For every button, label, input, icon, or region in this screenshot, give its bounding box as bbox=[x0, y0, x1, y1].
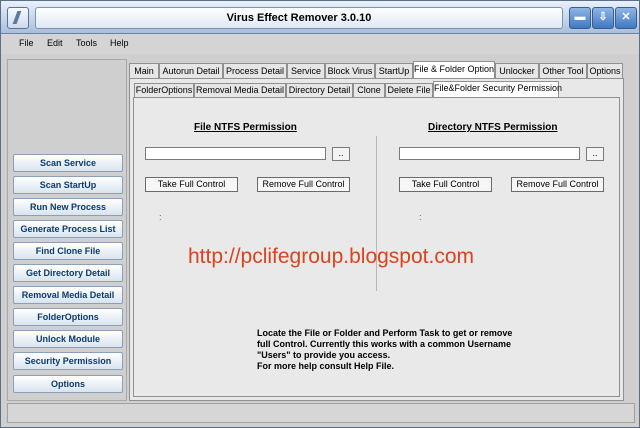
menu-tools[interactable]: Tools bbox=[76, 38, 97, 48]
tab-process-detail[interactable]: Process Detail bbox=[223, 63, 287, 78]
tab-autorun-detail[interactable]: Autorun Detail bbox=[159, 63, 223, 78]
title-bar: Virus Effect Remover 3.0.10 ▬ ⇩ ✕ bbox=[1, 1, 639, 34]
directory-remove-full-control-button[interactable]: Remove Full Control bbox=[511, 177, 604, 192]
sidebar-scan-service-button[interactable]: Scan Service bbox=[13, 154, 123, 172]
file-path-input[interactable] bbox=[145, 147, 326, 160]
info-line: "Users" to provide you access. bbox=[257, 350, 391, 360]
subtab-removal-media-detail[interactable]: Removal Media Detail bbox=[194, 83, 286, 97]
menu-help[interactable]: Help bbox=[110, 38, 129, 48]
tab-startup[interactable]: StartUp bbox=[375, 63, 413, 78]
tray-icon[interactable]: ⇩ bbox=[592, 7, 614, 29]
tab-block-virus[interactable]: Block Virus bbox=[325, 63, 375, 78]
directory-ntfs-heading: Directory NTFS Permission bbox=[428, 122, 558, 133]
minimize-button[interactable]: ▬ bbox=[569, 7, 591, 29]
window-title: Virus Effect Remover 3.0.10 bbox=[35, 7, 563, 29]
menu-bar: File Edit Tools Help bbox=[1, 34, 639, 54]
tab-unlocker[interactable]: Unlocker bbox=[495, 63, 539, 78]
subtab-clone[interactable]: Clone bbox=[353, 83, 385, 97]
sidebar-generate-process-list-button[interactable]: Generate Process List bbox=[13, 220, 123, 238]
directory-take-full-control-button[interactable]: Take Full Control bbox=[399, 177, 492, 192]
sidebar-get-directory-detail-button[interactable]: Get Directory Detail bbox=[13, 264, 123, 282]
sidebar-run-new-process-button[interactable]: Run New Process bbox=[13, 198, 123, 216]
tab-main[interactable]: Main bbox=[129, 63, 159, 78]
file-result-label: : bbox=[159, 212, 162, 222]
menu-file[interactable]: File bbox=[19, 38, 34, 48]
sidebar-removal-media-detail-button[interactable]: Removal Media Detail bbox=[13, 286, 123, 304]
sidebar-folder-options-button[interactable]: FolderOptions bbox=[13, 308, 123, 326]
subtab-file-folder-security-permission[interactable]: File&Folder Security Permission bbox=[433, 81, 562, 97]
info-line: full Control. Currently this works with … bbox=[257, 339, 512, 349]
watermark-url: http://pclifegroup.blogspot.com bbox=[188, 245, 475, 268]
info-line: Locate the File or Folder and Perform Ta… bbox=[257, 328, 513, 338]
tab-other-tool[interactable]: Other Tool bbox=[539, 63, 587, 78]
tab-service[interactable]: Service bbox=[287, 63, 325, 78]
directory-result-label: : bbox=[419, 212, 422, 222]
status-bar bbox=[7, 403, 635, 423]
close-button[interactable]: ✕ bbox=[615, 7, 637, 29]
file-ntfs-heading: File NTFS Permission bbox=[194, 122, 297, 133]
sidebar-find-clone-file-button[interactable]: Find Clone File bbox=[13, 242, 123, 260]
directory-path-input[interactable] bbox=[399, 147, 580, 160]
app-window: Virus Effect Remover 3.0.10 ▬ ⇩ ✕ File E… bbox=[0, 0, 640, 428]
subtab-folder-options[interactable]: FolderOptions bbox=[134, 83, 194, 97]
file-take-full-control-button[interactable]: Take Full Control bbox=[145, 177, 238, 192]
info-line: For more help consult Help File. bbox=[257, 361, 395, 371]
tab-file-folder-option[interactable]: File & Folder Option bbox=[413, 61, 495, 78]
sidebar-options-button[interactable]: Options bbox=[13, 375, 123, 393]
help-info-text: Locate the File or Folder and Perform Ta… bbox=[257, 328, 557, 372]
tab-options[interactable]: Options bbox=[587, 63, 623, 78]
directory-browse-button[interactable]: .. bbox=[586, 147, 604, 161]
sidebar-security-permission-button[interactable]: Security Permission bbox=[13, 352, 123, 370]
sidebar-unlock-module-button[interactable]: Unlock Module bbox=[13, 330, 123, 348]
subtab-directory-detail[interactable]: Directory Detail bbox=[286, 83, 353, 97]
subtab-delete-file[interactable]: Delete File bbox=[385, 83, 433, 97]
file-browse-button[interactable]: .. bbox=[332, 147, 350, 161]
menu-edit[interactable]: Edit bbox=[47, 38, 63, 48]
sidebar-scan-startup-button[interactable]: Scan StartUp bbox=[13, 176, 123, 194]
file-remove-full-control-button[interactable]: Remove Full Control bbox=[257, 177, 350, 192]
system-menu-icon[interactable] bbox=[7, 7, 29, 29]
